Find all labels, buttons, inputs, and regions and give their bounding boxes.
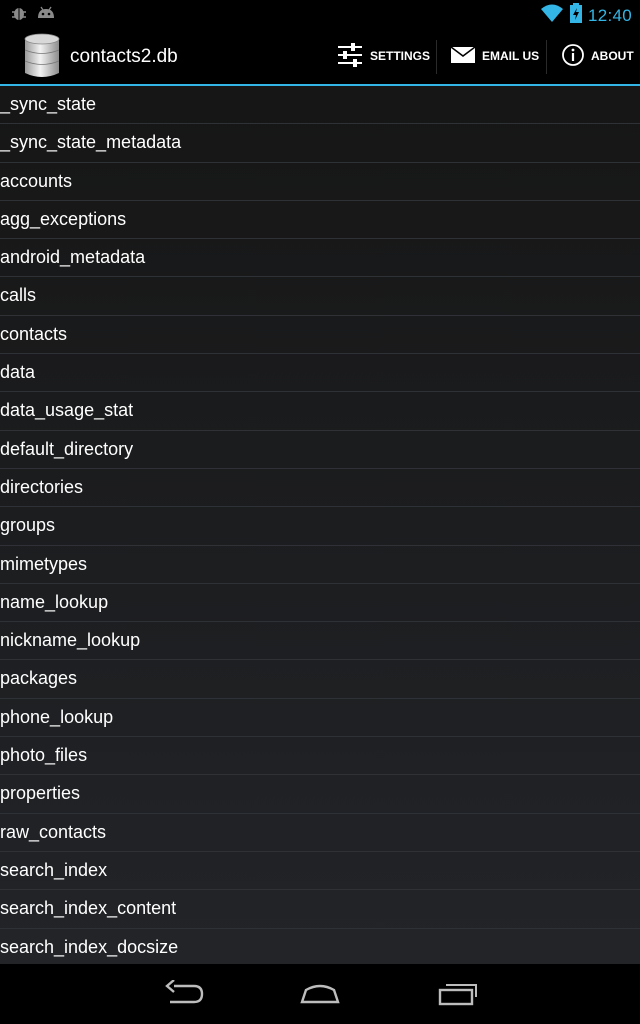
action-divider: [436, 40, 437, 74]
info-icon: [561, 43, 585, 70]
list-item[interactable]: packages: [0, 660, 640, 699]
email-us-label: EMAIL US: [482, 49, 540, 63]
list-item[interactable]: raw_contacts: [0, 814, 640, 852]
list-item[interactable]: name_lookup: [0, 584, 640, 623]
navigation-bar: [0, 964, 640, 1024]
list-item[interactable]: directories: [0, 469, 640, 508]
email-us-button[interactable]: EMAIL US: [450, 28, 539, 84]
back-icon[interactable]: [164, 979, 204, 1013]
sliders-icon: [336, 42, 364, 71]
action-bar: contacts2.db SETTINGS EMAIL US ABOUT: [0, 28, 640, 86]
about-label: ABOUT: [591, 49, 634, 63]
envelope-icon: [450, 45, 476, 68]
list-item[interactable]: mimetypes: [0, 546, 640, 584]
battery-icon: [569, 3, 582, 28]
list-item[interactable]: _sync_state: [0, 86, 640, 125]
list-item[interactable]: photo_files: [0, 737, 640, 776]
settings-button[interactable]: SETTINGS: [336, 28, 430, 84]
list-item[interactable]: data: [0, 354, 640, 393]
action-divider: [546, 40, 547, 74]
list-item[interactable]: properties: [0, 775, 640, 814]
about-button[interactable]: ABOUT: [561, 28, 634, 84]
list-item[interactable]: contacts: [0, 316, 640, 355]
list-item[interactable]: search_index_docsize: [0, 929, 640, 964]
list-item[interactable]: android_metadata: [0, 239, 640, 278]
list-item[interactable]: search_index: [0, 852, 640, 891]
list-item[interactable]: search_index_content: [0, 890, 640, 929]
bug-icon: [10, 4, 28, 27]
recent-apps-icon[interactable]: [438, 980, 478, 1013]
status-bar: 12:40: [0, 0, 640, 28]
clock: 12:40: [587, 5, 632, 25]
list-item[interactable]: phone_lookup: [0, 699, 640, 738]
list-item[interactable]: accounts: [0, 163, 640, 201]
home-icon[interactable]: [300, 980, 340, 1013]
list-item[interactable]: groups: [0, 507, 640, 546]
wifi-icon: [540, 3, 564, 28]
list-item[interactable]: agg_exceptions: [0, 201, 640, 240]
database-icon[interactable]: [22, 31, 62, 81]
list-item[interactable]: calls: [0, 277, 640, 316]
list-item[interactable]: default_directory: [0, 431, 640, 469]
android-icon: [36, 4, 56, 27]
list-item[interactable]: data_usage_stat: [0, 392, 640, 431]
table-list[interactable]: _sync_state _sync_state_metadata account…: [0, 86, 640, 964]
list-item[interactable]: _sync_state_metadata: [0, 124, 640, 163]
list-item[interactable]: nickname_lookup: [0, 622, 640, 661]
app-title: contacts2.db: [70, 46, 178, 67]
settings-label: SETTINGS: [370, 49, 431, 63]
